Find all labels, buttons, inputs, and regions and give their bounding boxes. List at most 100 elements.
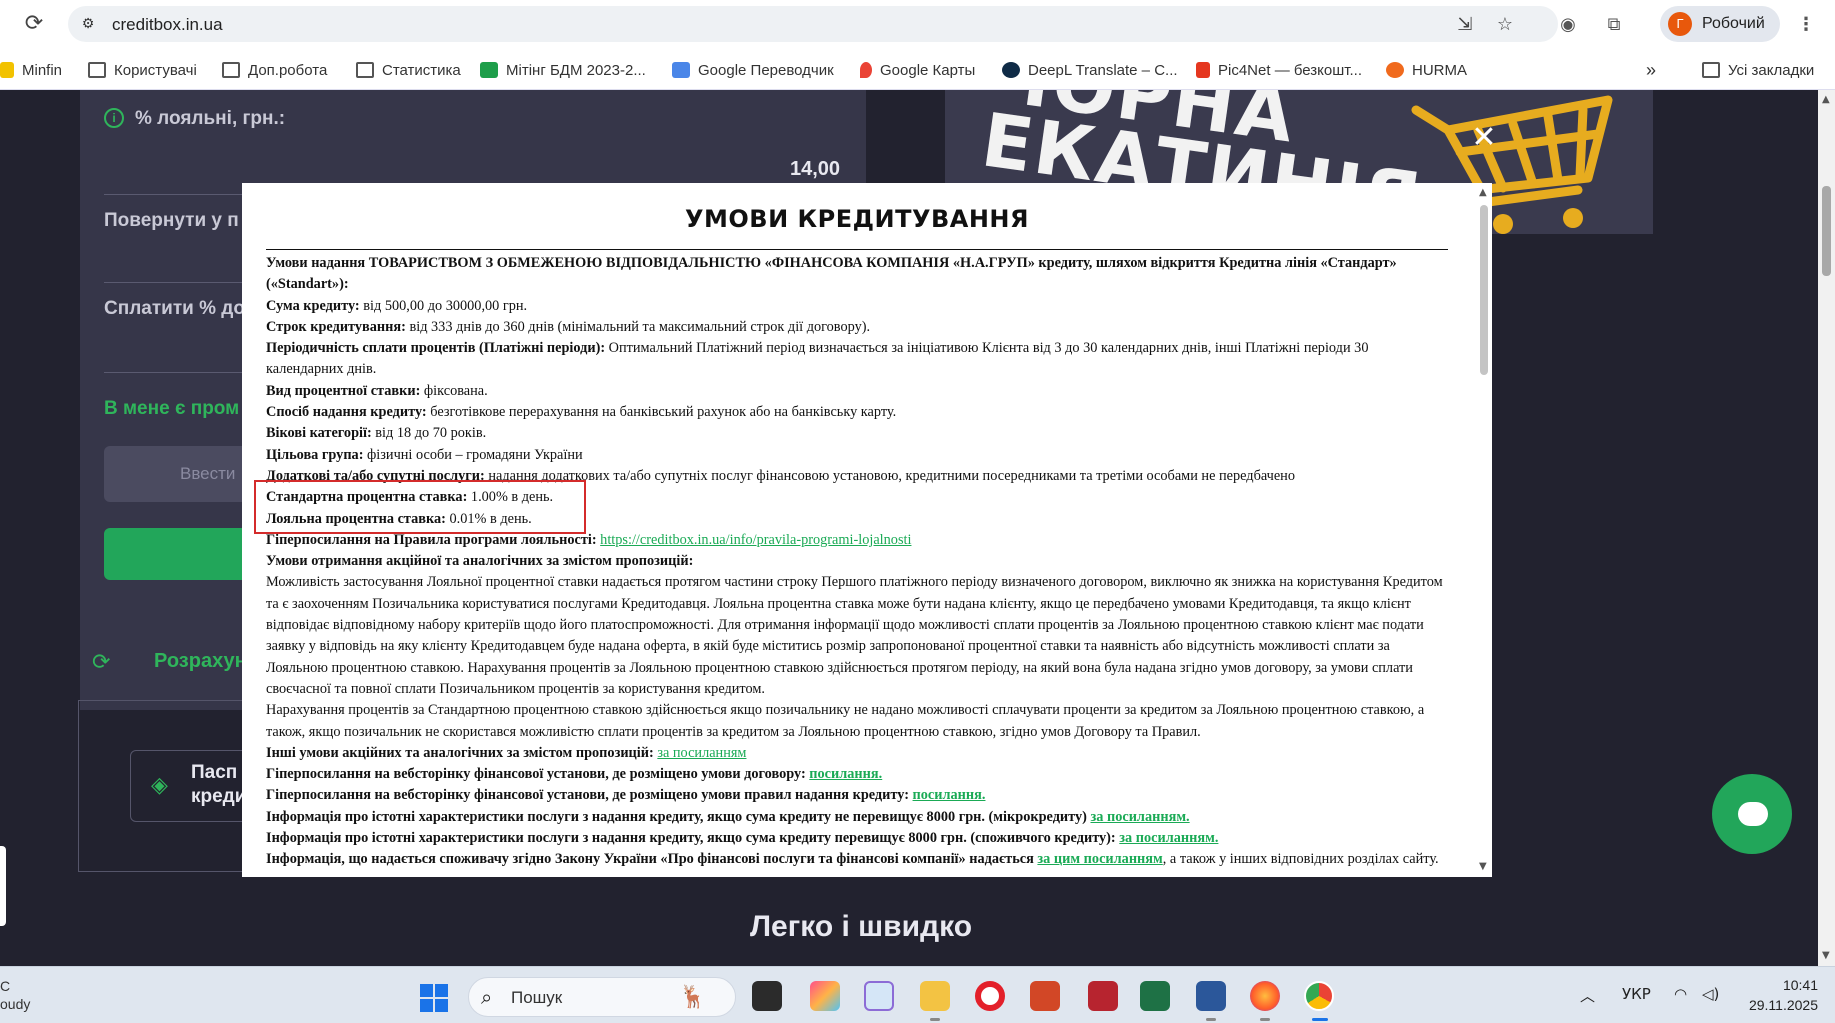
promo-placeholder: Ввести [180, 464, 236, 483]
bookmark-minfin[interactable]: Minfin [0, 60, 62, 80]
loyal-percent-label: % лояльні, грн.: [135, 108, 286, 129]
close-icon[interactable]: ✕ [1470, 123, 1498, 153]
chevron-up-icon[interactable]: ︿ [1580, 985, 1595, 1006]
modal-scroll-thumb[interactable] [1480, 205, 1488, 375]
system-clock[interactable]: 10:41 29.11.2025 [1738, 975, 1818, 1015]
other-promo-link[interactable]: за посиланням [657, 745, 746, 761]
recalculate-link[interactable]: Розрахун [154, 650, 247, 673]
extensions-icon[interactable]: ⧉ [1602, 13, 1626, 37]
page-scrollbar[interactable]: ▲ ▼ [1818, 90, 1835, 966]
passport-line-1: Пасп [191, 762, 238, 783]
all-bookmarks-button[interactable]: Усі закладки [1702, 60, 1814, 80]
access-icon[interactable] [1088, 981, 1118, 1011]
term-row: Строк кредитування: від 333 днів до 360 … [266, 317, 1448, 338]
search-icon: ⌕ [481, 985, 493, 1009]
avatar: Г [1668, 12, 1692, 36]
reload-icon[interactable]: ⟳ [22, 12, 46, 36]
law-info-link[interactable]: за цим посиланням [1037, 851, 1162, 867]
address-bar[interactable]: ⚙ creditbox.in.ua ⇲ ☆ [68, 6, 1558, 42]
task-view-icon[interactable] [752, 981, 782, 1011]
rate-highlight-box [254, 480, 586, 534]
scroll-down-icon[interactable]: ▼ [1822, 950, 1830, 961]
microcredit-link[interactable]: за посиланням. [1091, 809, 1190, 825]
chrome-icon[interactable] [1304, 981, 1334, 1011]
refresh-icon[interactable]: ⟳ [92, 650, 110, 675]
windows-taskbar: Coudy ⌕ Пошук 🦌 ︿ УКР ◠ ◁) 10:41 29.11.20… [0, 966, 1835, 1023]
powerpoint-icon[interactable] [1030, 981, 1060, 1011]
bookmark-label: Pic4Net — безкошт... [1218, 61, 1362, 79]
install-app-icon[interactable]: ⇲ [1454, 14, 1476, 36]
folder-icon [356, 62, 374, 78]
page-scroll-thumb[interactable] [1822, 186, 1831, 276]
bookmark-star-icon[interactable]: ☆ [1494, 14, 1516, 36]
creative-cloud-icon[interactable] [810, 981, 840, 1011]
promo-paragraph-2: Нарахування процентів за Стандартною про… [266, 702, 1425, 740]
contract-link[interactable]: посилання. [809, 766, 882, 782]
loyalty-rules-link[interactable]: https://creditbox.in.ua/info/pravila-pro… [600, 532, 911, 548]
bookmark-pic4net[interactable]: Pic4Net — безкошт... [1196, 60, 1362, 80]
firefox-icon[interactable] [1250, 981, 1280, 1011]
google-sheets-icon [480, 62, 498, 78]
browser-toolbar: ⟳ ⚙ creditbox.in.ua ⇲ ☆ ◉ ⧉ Г Робочий ⋮ [0, 0, 1835, 48]
bookmark-extra-work-folder[interactable]: Доп.робота [222, 60, 327, 80]
bookmark-google-translate[interactable]: Google Переводчик [672, 60, 834, 80]
windows-start-icon[interactable] [420, 984, 448, 1012]
word-icon[interactable] [1196, 981, 1226, 1011]
bookmark-label: Мітінг БДМ 2023-2... [506, 61, 646, 79]
url-text[interactable]: creditbox.in.ua [112, 15, 223, 35]
deer-icon: 🦌 [679, 984, 707, 1009]
side-tab[interactable] [0, 846, 6, 926]
weather-line-2: oudy [0, 996, 31, 1012]
file-explorer-icon[interactable] [920, 981, 950, 1011]
clock-time: 10:41 [1782, 977, 1818, 993]
camera-icon[interactable]: ◉ [1556, 13, 1580, 37]
volume-icon[interactable]: ◁) [1702, 985, 1719, 1003]
more-bookmarks-icon[interactable]: » [1646, 60, 1656, 80]
info-icon[interactable]: i [104, 108, 124, 128]
bookmark-users-folder[interactable]: Користувачі [88, 60, 197, 80]
bookmark-label: HURMA [1412, 61, 1467, 79]
passport-line-2: креди [191, 786, 247, 807]
taskbar-search[interactable]: ⌕ Пошук 🦌 [468, 977, 736, 1017]
google-maps-icon [860, 62, 872, 78]
language-indicator[interactable]: УКР [1622, 985, 1651, 1003]
rate-type-row: Вид процентної ставки: фіксована. [266, 381, 1448, 402]
pic4net-icon [1196, 62, 1210, 78]
bookmark-statistics-folder[interactable]: Статистика [356, 60, 461, 80]
snipping-tool-icon[interactable] [864, 981, 894, 1011]
layers-icon: ◈ [151, 773, 168, 798]
intro-text: Умови надання ТОВАРИСТВОМ З ОБМЕЖЕНОЮ ВІ… [266, 255, 1397, 293]
folder-icon [88, 62, 106, 78]
site-info-icon[interactable]: ⚙ [78, 14, 98, 34]
term-value: , а також у інших відповідних розділах с… [1162, 851, 1439, 868]
term-label: Інформація про істотні характеристики по… [266, 830, 1116, 847]
modal-scrollbar[interactable]: ▲ ▼ [1476, 183, 1492, 877]
hurma-icon [1386, 62, 1404, 78]
consumer-credit-row: Інформація про істотні характеристики по… [266, 828, 1448, 849]
excel-icon[interactable] [1140, 981, 1170, 1011]
bookmark-meeting-sheet[interactable]: Мітінг БДМ 2023-2... [480, 60, 646, 80]
rules-link[interactable]: посилання. [913, 787, 986, 803]
bookmark-deepl[interactable]: DeepL Translate – С... [1002, 60, 1178, 80]
profile-button[interactable]: Г Робочий [1660, 6, 1780, 42]
scroll-up-icon[interactable]: ▲ [1479, 187, 1487, 198]
menu-icon[interactable]: ⋮ [1794, 13, 1818, 37]
term-label: Вид процентної ставки: [266, 382, 421, 399]
running-indicator [930, 1018, 940, 1021]
term-label: Вікові категорії: [266, 425, 372, 442]
modal-title: УМОВИ КРЕДИТУВАННЯ [685, 205, 1029, 233]
bookmark-hurma[interactable]: HURMA [1386, 60, 1467, 80]
opera-icon[interactable] [975, 981, 1005, 1011]
scroll-up-icon[interactable]: ▲ [1822, 94, 1830, 105]
weather-widget[interactable]: Coudy [0, 977, 30, 1013]
promo-code-link[interactable]: В мене є пром [104, 398, 239, 420]
term-label: Умови отримання акційної та аналогічних … [266, 553, 694, 570]
wifi-icon[interactable]: ◠ [1674, 985, 1687, 1003]
term-label: Гіперпосилання на вебсторінку фінансової… [266, 766, 806, 783]
active-indicator [1312, 1018, 1328, 1021]
scroll-down-icon[interactable]: ▼ [1479, 861, 1487, 872]
consumer-credit-link[interactable]: за посиланням. [1119, 830, 1218, 846]
bookmark-label: Користувачі [114, 61, 197, 79]
chat-button[interactable] [1712, 774, 1792, 854]
bookmark-google-maps[interactable]: Google Карты [860, 60, 975, 80]
